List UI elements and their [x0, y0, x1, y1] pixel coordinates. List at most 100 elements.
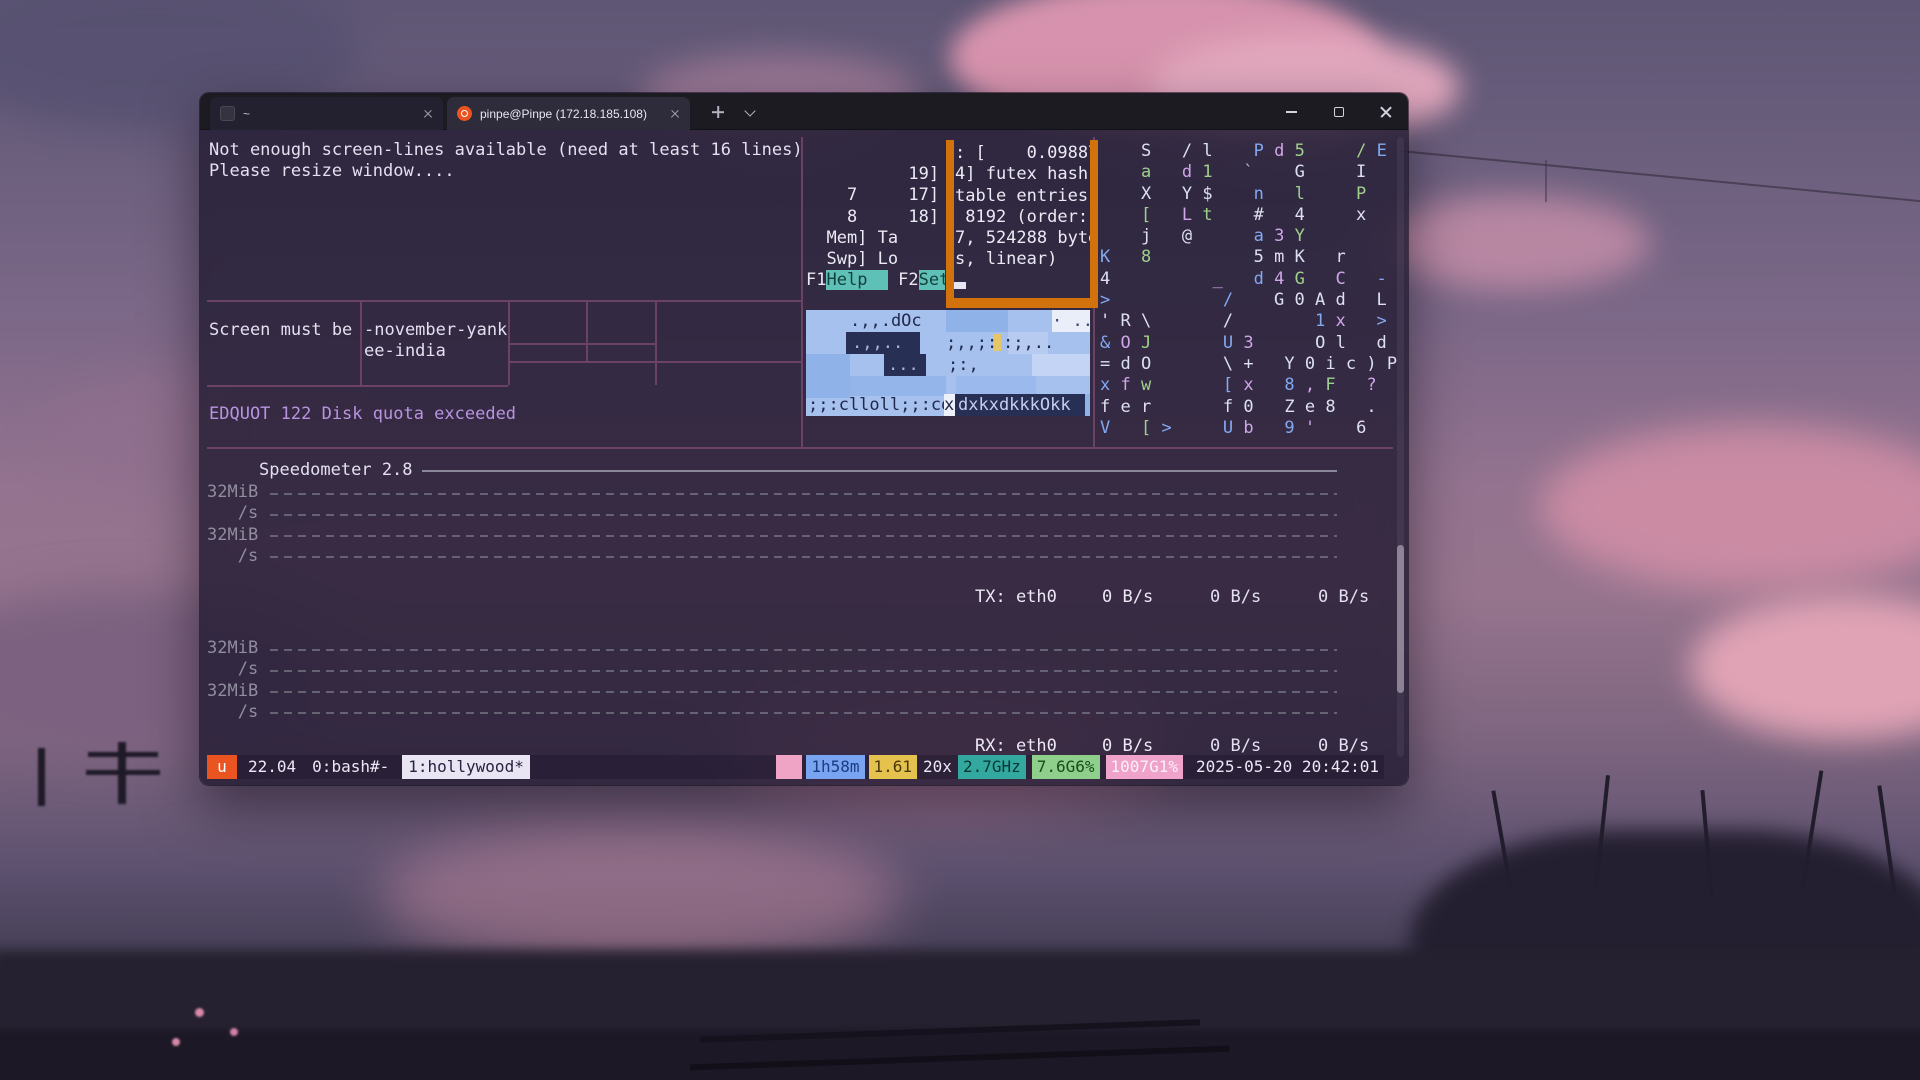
table-border	[360, 301, 362, 385]
fence-post	[118, 742, 126, 804]
art-text: · ....	[1052, 310, 1090, 332]
scatter-row: X Y $ n l P	[1100, 184, 1397, 205]
fkey-help-button[interactable]: Help	[826, 270, 887, 290]
art-text: :;,..	[1003, 332, 1054, 354]
wallpaper-cloud	[380, 820, 900, 970]
htop-function-bar: F1Help F2Setu	[806, 270, 945, 292]
table-border	[508, 361, 801, 363]
error-line: EDQUOT 122 Disk quota exceeded	[209, 404, 516, 425]
dmesg-text: : [ 0.09887 4] futex hash table entries:…	[955, 143, 1098, 271]
scatter-row: K 8 5 m K r	[1100, 247, 1397, 268]
fkey-setup-button[interactable]: Setu	[919, 270, 945, 290]
minimize-button[interactable]	[1269, 93, 1314, 130]
active-pane-frame-right	[1090, 140, 1098, 308]
tx-value: 0 B/s	[1102, 587, 1153, 608]
uptime-badge: 1h58m	[806, 755, 864, 779]
tx-value: 0 B/s	[1210, 587, 1261, 608]
gridline	[270, 556, 1337, 558]
tab-close-icon[interactable]	[670, 109, 680, 119]
table-border	[655, 301, 657, 385]
gridline	[270, 535, 1337, 537]
clock: 2025-05-20 20:42:01	[1191, 755, 1384, 779]
gridline	[270, 712, 1337, 714]
art-patch	[850, 376, 946, 396]
fence-post	[38, 748, 45, 806]
tab-title: ~	[243, 107, 250, 121]
fkey-f1[interactable]: F1	[806, 270, 826, 290]
table-border	[586, 301, 588, 361]
scatter-row: V [ > U b 9 ' 6	[1100, 418, 1397, 439]
new-tab-icon[interactable]	[712, 106, 724, 118]
minimize-icon	[1286, 111, 1297, 113]
table-cell-text: -november-yank ee-india	[364, 320, 507, 363]
flower	[230, 1028, 238, 1036]
pane-border-horizontal	[207, 300, 801, 302]
scatter-row: & O J U 3 O l d	[1100, 333, 1397, 354]
htop-meters: 19] 7 17] 8 18] Mem] Ta Swp] Lo	[806, 164, 945, 270]
tab-close-icon[interactable]	[423, 109, 433, 119]
scatter-row: S / l P d 5 / E	[1100, 141, 1397, 162]
wallpaper-cloud	[1540, 425, 1920, 590]
flower	[172, 1038, 180, 1046]
scatter-row: [ L t # 4 x	[1100, 205, 1397, 226]
art-navy-strip: dxkxdkkkOkk	[955, 394, 1085, 416]
tmux-window-item[interactable]: 0:bash#-	[307, 755, 394, 779]
active-pane-frame-left	[946, 140, 954, 308]
ubuntu-badge: u	[207, 755, 237, 779]
gridline	[270, 691, 1337, 693]
art-text: ;:,	[948, 354, 979, 376]
scatter-row: f e r f 0 Z e 8 .	[1100, 397, 1397, 418]
art-patch	[806, 354, 850, 398]
cursor	[953, 282, 966, 289]
resize-warning-text: Not enough screen-lines available (need …	[209, 140, 803, 183]
table-border	[207, 385, 508, 387]
scatter-row: ' R \ / 1 x >	[1100, 311, 1397, 332]
flower	[195, 1008, 204, 1017]
art-patch	[1032, 354, 1090, 376]
power-line-drop	[1545, 160, 1547, 202]
scatter-row: > / G 0 A d L	[1100, 290, 1397, 311]
shell-tab-icon	[220, 106, 235, 121]
scrollbar-thumb[interactable]	[1397, 545, 1404, 693]
axis-labels-tx: 32MiB /s 32MiB /s	[207, 482, 258, 567]
tx-label: TX: eth0	[975, 587, 1057, 608]
art-patch	[956, 376, 1036, 394]
tab-ssh-session[interactable]: pinpe@Pinpe (172.18.185.108)	[447, 97, 690, 130]
scrollbar-track[interactable]	[1397, 137, 1404, 757]
fkey-f2[interactable]: F2	[898, 270, 918, 290]
cpu-count: 20x	[917, 755, 958, 779]
gridline	[270, 649, 1337, 651]
desktop: ~ pinpe@Pinpe (172.18.185.108) Not enoug…	[0, 0, 1920, 1080]
load-badge: 1.61	[869, 755, 918, 779]
tx-value: 0 B/s	[1318, 587, 1369, 608]
status-indicator	[776, 755, 802, 779]
tab-home[interactable]: ~	[210, 97, 443, 130]
scatter-grid: S / l P d 5 / E a d 1 ` G I X Y $ n l P …	[1100, 141, 1397, 439]
tab-dropdown-icon[interactable]	[744, 105, 755, 116]
scatter-row: a d 1 ` G I	[1100, 162, 1397, 183]
gridline	[270, 670, 1337, 672]
tab-title: pinpe@Pinpe (172.18.185.108)	[480, 107, 647, 121]
maximize-icon	[1334, 107, 1344, 117]
close-button[interactable]	[1363, 93, 1408, 130]
active-pane-frame-bottom	[946, 298, 1098, 308]
art-text: .,,.dOc	[850, 310, 922, 332]
tmux-window-item-active[interactable]: 1:hollywood*	[402, 755, 530, 779]
scatter-row: j @ a 3 Y	[1100, 226, 1397, 247]
axis-labels-rx: 32MiB /s 32MiB /s	[207, 638, 258, 723]
speedometer-title: Speedometer 2.8	[259, 460, 413, 481]
terminal-window: ~ pinpe@Pinpe (172.18.185.108) Not enoug…	[200, 93, 1408, 785]
art-patch	[1085, 394, 1090, 416]
art-cursor-cell: x	[944, 394, 955, 416]
titlebar[interactable]: ~ pinpe@Pinpe (172.18.185.108)	[200, 93, 1408, 130]
speedometer-title-rule	[422, 470, 1337, 472]
ascii-art-pane: .,,.. ... .,,.dOc · .... ;,,;: :;,.. ;:,…	[806, 310, 1090, 416]
close-icon	[1379, 105, 1392, 118]
disk-badge: 1007G1%	[1106, 755, 1183, 779]
memory-badge: 7.6G6%	[1032, 755, 1100, 779]
pane-border-vertical	[801, 137, 803, 449]
tmux-status-bar: u 22.04 0:bash#- 1:hollywood* 1h58m 1.61…	[207, 755, 1384, 779]
cpu-freq-badge: 2.7GHz	[958, 755, 1026, 779]
art-patch	[946, 310, 1008, 332]
maximize-button[interactable]	[1316, 93, 1361, 130]
